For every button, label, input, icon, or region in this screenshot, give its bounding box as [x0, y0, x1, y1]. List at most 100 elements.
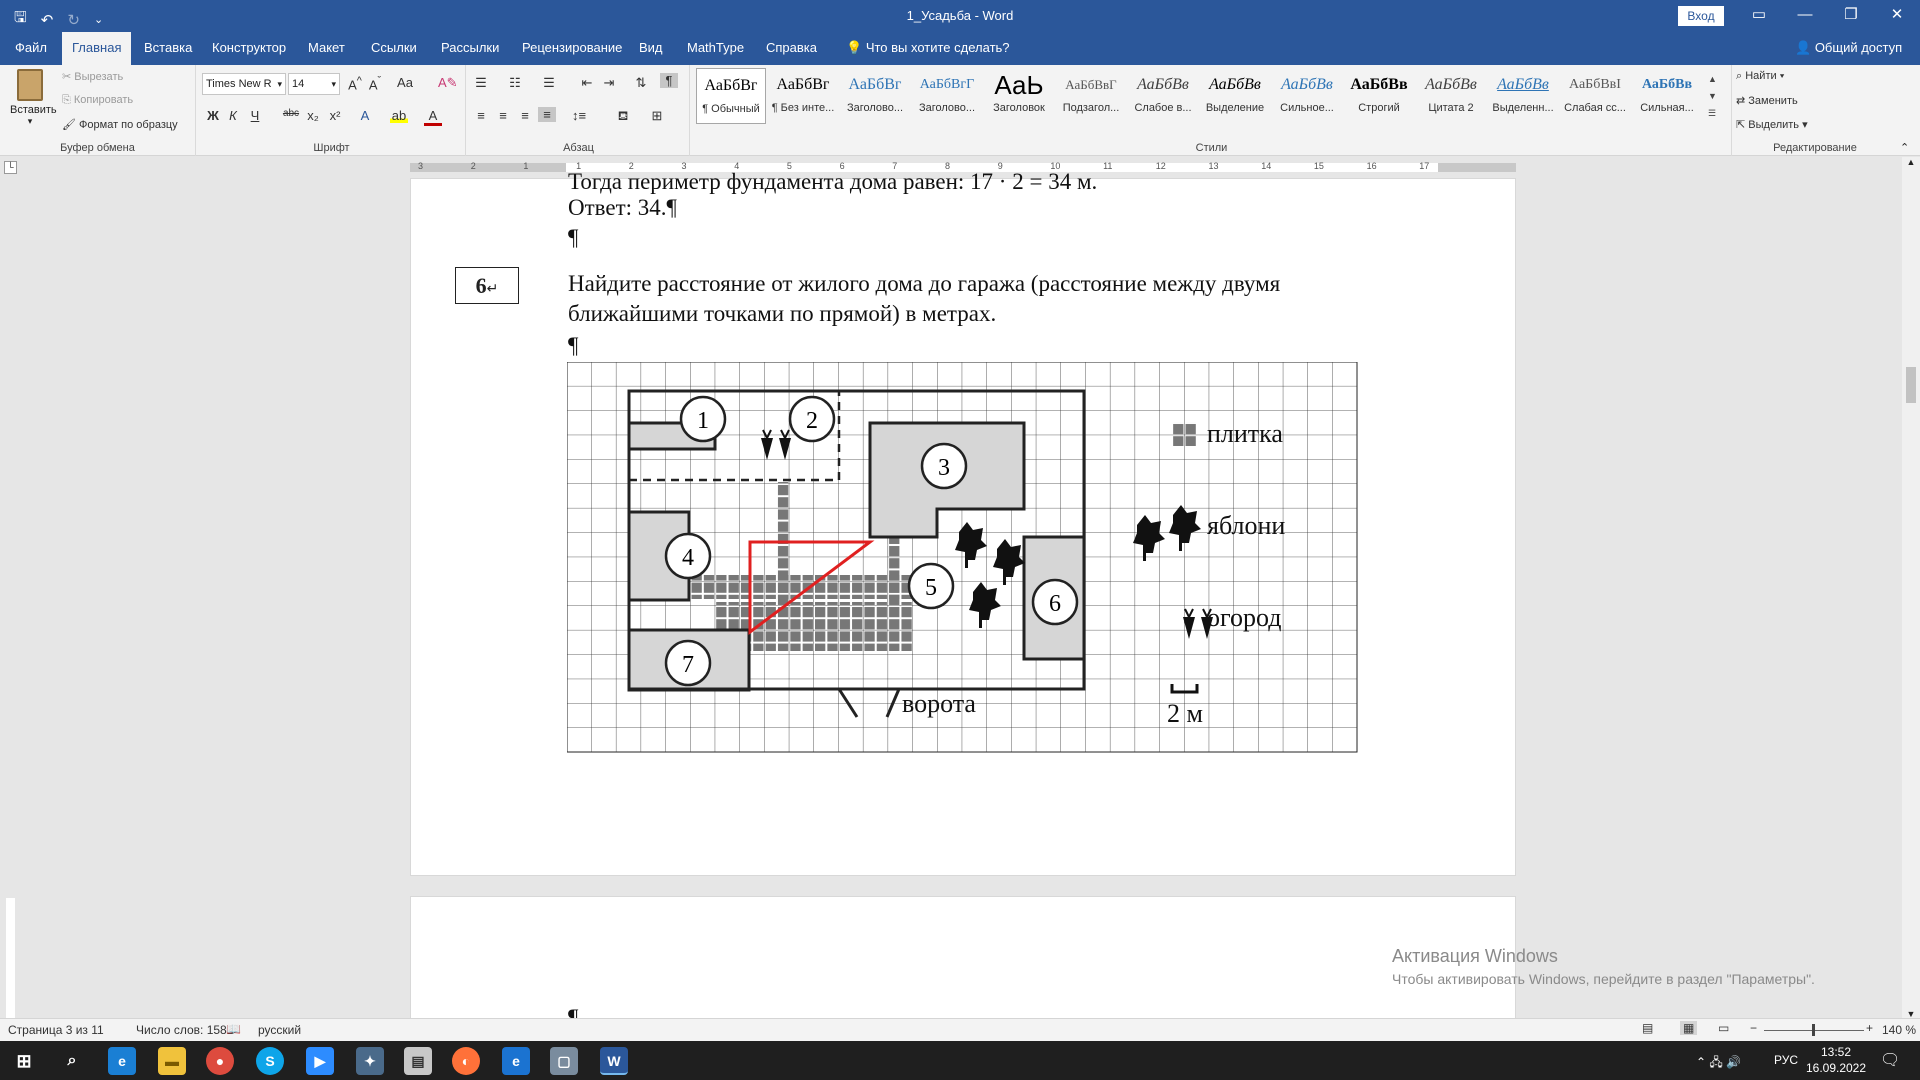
style-subtle-emphasis[interactable]: АаБбВв Слабое в...	[1128, 68, 1198, 124]
app-icon[interactable]: ✦	[356, 1047, 384, 1075]
search-icon[interactable]: ⌕	[58, 1047, 86, 1075]
bullets-icon[interactable]: ☰	[472, 75, 490, 91]
notepad-icon[interactable]: ▤	[404, 1047, 432, 1075]
clear-formatting-icon[interactable]: A✎	[438, 75, 458, 91]
collapse-ribbon-icon[interactable]: ⌃	[1900, 141, 1909, 154]
proofing-icon[interactable]: 📖	[226, 1022, 241, 1036]
style-normal[interactable]: АаБбВг ¶ Обычный	[696, 68, 766, 124]
tab-mailings[interactable]: Рассылки	[431, 32, 509, 65]
start-windows-icon[interactable]: ⊞	[10, 1047, 38, 1075]
align-center-icon[interactable]: ≡	[494, 108, 512, 123]
change-case-icon[interactable]: Aa	[396, 75, 414, 90]
estate-plan-figure[interactable]: 1 2 3 4 5 6 7 плитка яблони огород 2 м в…	[567, 362, 1367, 757]
skype-icon[interactable]: S	[256, 1047, 284, 1075]
scroll-up-icon[interactable]: ▲	[1902, 157, 1920, 167]
scroll-thumb[interactable]	[1906, 367, 1916, 403]
align-left-icon[interactable]: ≡	[472, 108, 490, 123]
tab-file[interactable]: Файл	[5, 32, 57, 65]
superscript-icon[interactable]: x²	[326, 108, 344, 123]
decrease-indent-icon[interactable]: ⇤	[578, 75, 596, 91]
style-quote[interactable]: АаБбВв Цитата 2	[1416, 68, 1486, 124]
zoom-level[interactable]: 140 %	[1882, 1023, 1916, 1037]
vertical-ruler[interactable]	[0, 178, 20, 1018]
style-subtitle[interactable]: АаБбВвГ Подзагол...	[1056, 68, 1126, 124]
zoom-out-icon[interactable]: −	[1750, 1021, 1757, 1035]
font-name-dropdown[interactable]: Times New R ▾	[202, 73, 286, 95]
line-spacing-icon[interactable]: ↕≡	[570, 108, 588, 123]
tell-me-search[interactable]: 💡 Что вы хотите сделать?	[836, 32, 1020, 65]
style-heading-1[interactable]: АаБбВг Заголово...	[840, 68, 910, 124]
tab-references[interactable]: Ссылки	[361, 32, 427, 65]
sort-icon[interactable]: ⇅	[632, 75, 650, 91]
edge-icon[interactable]: e	[108, 1047, 136, 1075]
zoom-in-icon[interactable]: +	[1866, 1021, 1873, 1035]
page-count[interactable]: Страница 3 из 11	[8, 1023, 104, 1037]
language-indicator[interactable]: русский	[258, 1023, 301, 1037]
tab-insert[interactable]: Вставка	[134, 32, 202, 65]
tray-icons[interactable]: ⌃ 🖧 🔊	[1696, 1053, 1741, 1074]
tab-selector-icon[interactable]: └	[4, 161, 17, 174]
subscript-icon[interactable]: x₂	[304, 108, 322, 123]
justify-icon[interactable]: ≡	[538, 107, 556, 122]
tab-review[interactable]: Рецензирование	[512, 32, 632, 65]
select-button[interactable]: ⇱ Выделить ▾	[1736, 118, 1808, 131]
style-no-spacing[interactable]: АаБбВг ¶ Без инте...	[768, 68, 838, 124]
style-subtle-reference[interactable]: АаБбВвI Слабая сс...	[1560, 68, 1630, 124]
tab-home[interactable]: Главная	[62, 32, 132, 65]
style-title[interactable]: АаЬ Заголовок	[984, 68, 1054, 124]
style-intense-reference[interactable]: АаБбВв Сильная...	[1632, 68, 1702, 124]
font-color-icon[interactable]: A	[424, 108, 442, 126]
borders-icon[interactable]: ⊞	[648, 108, 666, 124]
shrink-font-icon[interactable]: Aˇ	[366, 75, 384, 92]
style-heading-2[interactable]: АаБбВгГ Заголово...	[912, 68, 982, 124]
tab-layout[interactable]: Макет	[298, 32, 355, 65]
style-intense-quote[interactable]: АаБбВв Выделенн...	[1488, 68, 1558, 124]
tab-help[interactable]: Справка	[756, 32, 827, 65]
clock[interactable]: 13:52 16.09.2022	[1804, 1044, 1868, 1076]
strikethrough-icon[interactable]: abc	[282, 108, 300, 119]
maximize-button[interactable]: ❐	[1828, 0, 1874, 32]
underline-icon[interactable]: Ч	[246, 108, 264, 123]
increase-indent-icon[interactable]: ⇥	[600, 75, 618, 91]
italic-icon[interactable]: К	[224, 108, 242, 123]
ribbon-display-options-icon[interactable]: ▭	[1736, 0, 1782, 32]
multilevel-list-icon[interactable]: ☰	[540, 75, 558, 91]
style-emphasis[interactable]: АаБбВв Выделение	[1200, 68, 1270, 124]
grow-font-icon[interactable]: A^	[346, 75, 364, 92]
print-layout-icon[interactable]: ▦	[1680, 1021, 1698, 1035]
notifications-icon[interactable]: 🗨	[1880, 1050, 1900, 1070]
numbering-icon[interactable]: ☷	[506, 75, 524, 91]
signin-button[interactable]: Вход	[1678, 6, 1724, 26]
find-button[interactable]: ⌕ Найти ▾	[1736, 70, 1784, 83]
read-mode-icon[interactable]: ▤	[1642, 1021, 1653, 1035]
style-strong[interactable]: АаБбВв Строгий	[1344, 68, 1414, 124]
tab-view[interactable]: Вид	[629, 32, 673, 65]
replace-button[interactable]: ⇄ Заменить	[1736, 94, 1798, 107]
copy-button[interactable]: ⎘ Копировать	[62, 94, 133, 107]
style-intense-emphasis[interactable]: АаБбВв Сильное...	[1272, 68, 1342, 124]
input-language[interactable]: РУС	[1774, 1053, 1798, 1067]
minimize-button[interactable]: —	[1782, 0, 1828, 32]
zoom-slider-thumb[interactable]	[1812, 1024, 1815, 1036]
font-size-dropdown[interactable]: 14 ▾	[288, 73, 340, 95]
document-page[interactable]: Тогда периметр фундамента дома равен: 17…	[410, 169, 1516, 876]
highlight-icon[interactable]: ab	[390, 108, 408, 123]
zoom-app-icon[interactable]: ▶	[306, 1047, 334, 1075]
word-taskbar-icon[interactable]: W	[600, 1047, 628, 1075]
text-effects-icon[interactable]: A	[356, 108, 374, 123]
firefox-icon[interactable]: ◐	[452, 1047, 480, 1075]
chrome-icon[interactable]: ●	[206, 1047, 234, 1075]
styles-scroll[interactable]: ▲ ▼ ☰	[1708, 71, 1717, 122]
show-formatting-marks-icon[interactable]: ¶	[660, 73, 678, 88]
tab-design[interactable]: Конструктор	[202, 32, 296, 65]
shading-icon[interactable]: ⛾	[614, 108, 632, 126]
share-button[interactable]: 👤 Общий доступ	[1795, 40, 1902, 56]
vertical-scrollbar[interactable]: ▲ ▼	[1902, 157, 1920, 1019]
cut-button[interactable]: ✂ Вырезать	[62, 70, 123, 83]
document-page-next[interactable]: ¶	[410, 896, 1516, 1030]
bold-icon[interactable]: Ж	[204, 108, 222, 123]
web-layout-icon[interactable]: ▭	[1718, 1021, 1729, 1035]
internet-explorer-icon[interactable]: e	[502, 1047, 530, 1075]
format-painter-button[interactable]: 🖌 Формат по образцу	[62, 118, 178, 131]
word-count[interactable]: Число слов: 1582	[136, 1023, 233, 1037]
